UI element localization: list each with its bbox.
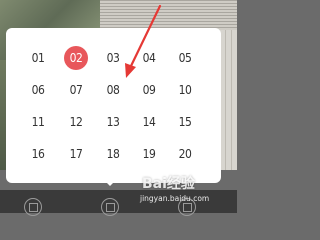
baidu-watermark: Bai经验 jingyan.baidu.com	[140, 172, 235, 212]
watermark-logo: Bai经验	[142, 176, 195, 192]
watermark-url: jingyan.baidu.com	[140, 194, 210, 203]
